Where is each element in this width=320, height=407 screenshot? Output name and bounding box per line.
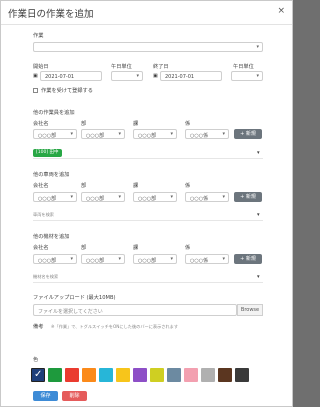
chevron-down-icon: ▾: [70, 256, 73, 262]
keep-unit-checkbox[interactable]: [33, 88, 38, 93]
color-swatch[interactable]: [235, 368, 249, 382]
company-select[interactable]: ○○○部 ▾: [33, 192, 77, 202]
col-section: 課: [133, 245, 139, 251]
memo-hint: ※「作業」で、トグルスイッチをONにした後のバーに表示されます: [51, 324, 179, 329]
chevron-down-icon: ▾: [222, 194, 225, 200]
dialog-title: 作業日の作業を追加: [8, 9, 94, 20]
end-date-input[interactable]: 2021-07-01: [160, 71, 222, 81]
color-swatch[interactable]: [82, 368, 96, 382]
divider: [33, 158, 263, 159]
upload-label: ファイルアップロード (最大10MB): [33, 295, 116, 301]
group-select[interactable]: ○○○係 ▾: [185, 254, 229, 264]
section-select[interactable]: ○○○部 ▾: [133, 129, 177, 139]
col-company: 会社名: [33, 183, 49, 189]
company-select[interactable]: ○○○部 ▾: [33, 129, 77, 139]
chevron-down-icon: ▾: [118, 131, 121, 137]
dept-select[interactable]: ○○○部 ▾: [81, 254, 125, 264]
keep-unit-label: 作業を受けて登録する: [41, 88, 93, 94]
vehicle-search-hint[interactable]: 車両を検索: [33, 212, 54, 218]
chevron-down-icon[interactable]: ▾: [257, 150, 260, 156]
dept-select[interactable]: ○○○部 ▾: [81, 129, 125, 139]
chevron-down-icon: ▾: [170, 131, 173, 137]
close-icon[interactable]: ×: [277, 6, 285, 16]
col-section: 課: [133, 183, 139, 189]
calendar-icon: ▣: [33, 73, 38, 79]
dept-select[interactable]: ○○○部 ▾: [81, 192, 125, 202]
color-swatch[interactable]: [184, 368, 198, 382]
color-swatch[interactable]: ✓: [31, 368, 45, 382]
chevron-down-icon: ▾: [70, 131, 73, 137]
chevron-down-icon: ▾: [170, 194, 173, 200]
color-swatch[interactable]: [65, 368, 79, 382]
col-company: 会社名: [33, 245, 49, 251]
start-date-value: 2021-07-01: [45, 73, 75, 80]
chevron-down-icon: ▾: [256, 73, 259, 79]
save-button[interactable]: 保存: [33, 391, 58, 401]
color-swatch[interactable]: [133, 368, 147, 382]
col-dept: 部: [81, 183, 87, 189]
browse-button[interactable]: Browse: [237, 304, 263, 316]
section-workers-title: 他の作業員を追加: [33, 110, 75, 116]
chevron-down-icon[interactable]: ▾: [257, 274, 260, 280]
file-input-placeholder: ファイルを選択してください: [38, 308, 103, 315]
chevron-down-icon: ▾: [118, 194, 121, 200]
memo-label: 備考: [33, 324, 44, 330]
worker-tag[interactable]: [100] 田中: [33, 149, 62, 157]
color-swatch[interactable]: [167, 368, 181, 382]
chevron-down-icon[interactable]: ▾: [257, 212, 260, 218]
start-half-label: 午日単位: [111, 64, 132, 70]
group-select[interactable]: ○○○係 ▾: [185, 192, 229, 202]
col-section: 課: [133, 121, 139, 127]
machine-search-hint[interactable]: 機材名を検索: [33, 274, 58, 280]
add-vehicle-button[interactable]: + 新規: [234, 192, 262, 202]
end-half-label: 午日単位: [233, 64, 254, 70]
chevron-down-icon: ▾: [70, 194, 73, 200]
chevron-down-icon: ▾: [222, 256, 225, 262]
end-date-value: 2021-07-01: [165, 73, 195, 80]
color-swatch[interactable]: [99, 368, 113, 382]
col-group: 係: [185, 121, 191, 127]
end-date-label: 終了日: [153, 64, 169, 70]
color-swatch[interactable]: [201, 368, 215, 382]
dialog-header: 作業日の作業を追加 ×: [1, 1, 292, 25]
color-swatch[interactable]: [48, 368, 62, 382]
start-half-select[interactable]: ▾: [111, 71, 143, 81]
divider: [33, 282, 263, 283]
col-group: 係: [185, 245, 191, 251]
section-machines-title: 他の機材を追加: [33, 234, 70, 240]
color-label: 色: [33, 357, 39, 363]
add-worker-button[interactable]: + 新規: [234, 129, 262, 139]
task-label: 作業: [33, 33, 44, 39]
color-swatch[interactable]: [218, 368, 232, 382]
color-swatch[interactable]: [150, 368, 164, 382]
group-select[interactable]: ○○○係 ▾: [185, 129, 229, 139]
end-half-select[interactable]: ▾: [231, 71, 263, 81]
calendar-icon: ▣: [153, 73, 158, 79]
check-icon: ✓: [34, 369, 43, 380]
chevron-down-icon: ▾: [118, 256, 121, 262]
add-machine-button[interactable]: + 新規: [234, 254, 262, 264]
color-swatch[interactable]: [116, 368, 130, 382]
col-dept: 部: [81, 121, 87, 127]
section-select[interactable]: ○○○部 ▾: [133, 192, 177, 202]
start-date-label: 開始日: [33, 64, 49, 70]
section-vehicles-title: 他の車両を追加: [33, 172, 70, 178]
col-group: 係: [185, 183, 191, 189]
delete-button[interactable]: 削除: [62, 391, 87, 401]
section-select[interactable]: ○○○部 ▾: [133, 254, 177, 264]
company-select[interactable]: ○○○部 ▾: [33, 254, 77, 264]
add-task-dialog: 作業日の作業を追加 × 作業 ▾ 開始日 午日単位 終了日 午日単位 ▣ 202…: [0, 0, 293, 407]
task-select[interactable]: ▾: [33, 42, 263, 52]
divider: [33, 220, 263, 221]
chevron-down-icon: ▾: [136, 73, 139, 79]
col-company: 会社名: [33, 121, 49, 127]
chevron-down-icon: ▾: [170, 256, 173, 262]
chevron-down-icon: ▾: [222, 131, 225, 137]
chevron-down-icon: ▾: [256, 44, 259, 50]
start-date-input[interactable]: 2021-07-01: [40, 71, 102, 81]
col-dept: 部: [81, 245, 87, 251]
file-input[interactable]: ファイルを選択してください: [33, 304, 237, 316]
